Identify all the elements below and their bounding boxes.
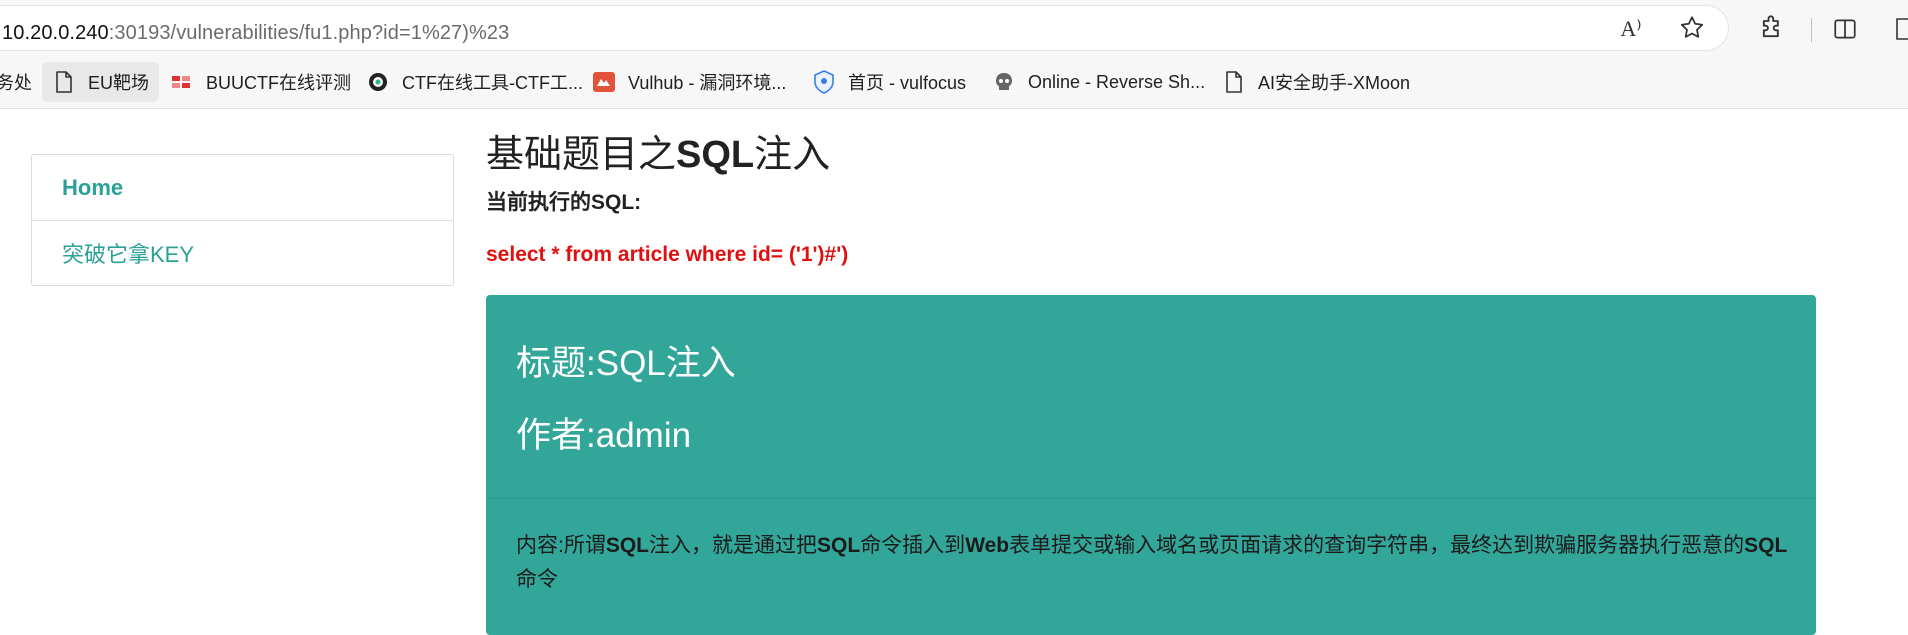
split-screen-icon[interactable] — [1830, 14, 1860, 44]
card-divider — [486, 498, 1816, 499]
page-title: 基础题目之SQL注入 — [486, 123, 830, 178]
bookmark-item[interactable]: 首页 - vulfocus — [812, 62, 966, 102]
article-author-value: admin — [595, 416, 692, 455]
content-term: SQL — [817, 534, 861, 557]
content-text: 命令 — [516, 568, 558, 591]
bookmark-item[interactable]: AI安全助手-XMoon — [1222, 62, 1410, 102]
vulfocus-shield-icon — [812, 70, 836, 94]
content-text: 所谓 — [563, 534, 606, 557]
url-host: 10.20.0.240 — [2, 22, 109, 44]
article-author-label: 作者: — [516, 416, 596, 455]
title-prefix: 基础题目之 — [486, 134, 677, 176]
bookmark-item[interactable]: 务处 — [0, 62, 32, 102]
sidebar-item-home[interactable]: Home — [32, 155, 453, 221]
article-content: 内容:所谓SQL注入，就是通过把SQL命令插入到Web表单提交或输入域名或页面请… — [516, 529, 1796, 597]
document-icon — [52, 70, 76, 94]
read-aloud-icon[interactable]: A⁾ — [1616, 14, 1646, 44]
article-title-value: SQL注入 — [595, 344, 736, 383]
content-term: SQL — [605, 534, 650, 557]
article-title-row: 标题:SQL注入 — [516, 335, 736, 386]
content-text: 命令插入到 — [860, 534, 966, 557]
sidebar-nav: Home 突破它拿KEY — [31, 154, 454, 286]
extensions-puzzle-icon[interactable] — [1756, 12, 1788, 44]
sql-query: select * from article where id= ('1')#') — [486, 243, 849, 266]
buuctf-logo-icon — [170, 70, 194, 94]
skull-icon — [992, 70, 1016, 94]
title-suffix: 注入 — [754, 134, 831, 176]
article-title-label: 标题: — [516, 344, 596, 383]
favorites-sidebar-icon[interactable] — [1895, 16, 1908, 42]
bookmarks-bar: 务处 EU靶场 BUUCTF在线评测 CTF在线工具-CTF工... Vulhu… — [0, 56, 1908, 109]
article-author-row: 作者:admin — [516, 407, 691, 458]
sidebar-item-get-key[interactable]: 突破它拿KEY — [32, 221, 453, 285]
bookmark-label: AI安全助手-XMoon — [1258, 73, 1411, 93]
bookmark-label: CTF在线工具-CTF工... — [402, 73, 583, 93]
content-text: 注入，就是通过把 — [649, 534, 818, 557]
favorite-star-icon[interactable] — [1676, 12, 1708, 44]
bookmark-label: EU靶场 — [88, 73, 150, 93]
sql-heading: 当前执行的SQL: — [486, 191, 642, 214]
bookmark-item[interactable]: EU靶场 — [42, 62, 160, 102]
address-bar-area: 10.20.0.240:30193/vulnerabilities/fu1.ph… — [0, 0, 1908, 56]
sidebar-item-label: Home — [62, 174, 124, 200]
bookmark-item[interactable]: Online - Reverse Sh... — [992, 62, 1205, 102]
bookmark-label: Online - Reverse Sh... — [1028, 71, 1206, 92]
bookmark-label: BUUCTF在线评测 — [206, 73, 351, 93]
url-text[interactable]: 10.20.0.240:30193/vulnerabilities/fu1.ph… — [2, 22, 509, 45]
content-term: Web — [965, 534, 1010, 557]
sidebar-item-label: 突破它拿KEY — [62, 242, 195, 267]
title-bold: SQL — [676, 134, 755, 176]
bookmark-item[interactable]: CTF在线工具-CTF工... — [366, 62, 583, 102]
content-label: 内容: — [516, 534, 564, 557]
read-aloud-glyph: A⁾ — [1620, 16, 1642, 41]
vulhub-icon — [592, 70, 616, 94]
article-card: 标题:SQL注入 作者:admin 内容:所谓SQL注入，就是通过把SQL命令插… — [486, 295, 1816, 635]
document-icon — [1222, 70, 1246, 94]
bookmark-label: 首页 - vulfocus — [848, 73, 967, 93]
bookmark-item[interactable]: Vulhub - 漏洞环境... — [592, 62, 786, 102]
bookmark-label: Vulhub - 漏洞环境... — [628, 73, 787, 93]
url-path: :30193/vulnerabilities/fu1.php?id=1%27)%… — [108, 22, 510, 44]
ctf-tools-icon — [366, 70, 390, 94]
bookmark-item[interactable]: BUUCTF在线评测 — [170, 62, 351, 102]
bookmark-label: 务处 — [0, 73, 32, 93]
toolbar-divider — [1811, 18, 1812, 42]
address-bar[interactable]: 10.20.0.240:30193/vulnerabilities/fu1.ph… — [0, 6, 1728, 50]
content-term: SQL — [1744, 534, 1788, 557]
content-text: 表单提交或输入域名或页面请求的查询字符串，最终达到欺骗服务器执行恶意的 — [1009, 534, 1745, 557]
